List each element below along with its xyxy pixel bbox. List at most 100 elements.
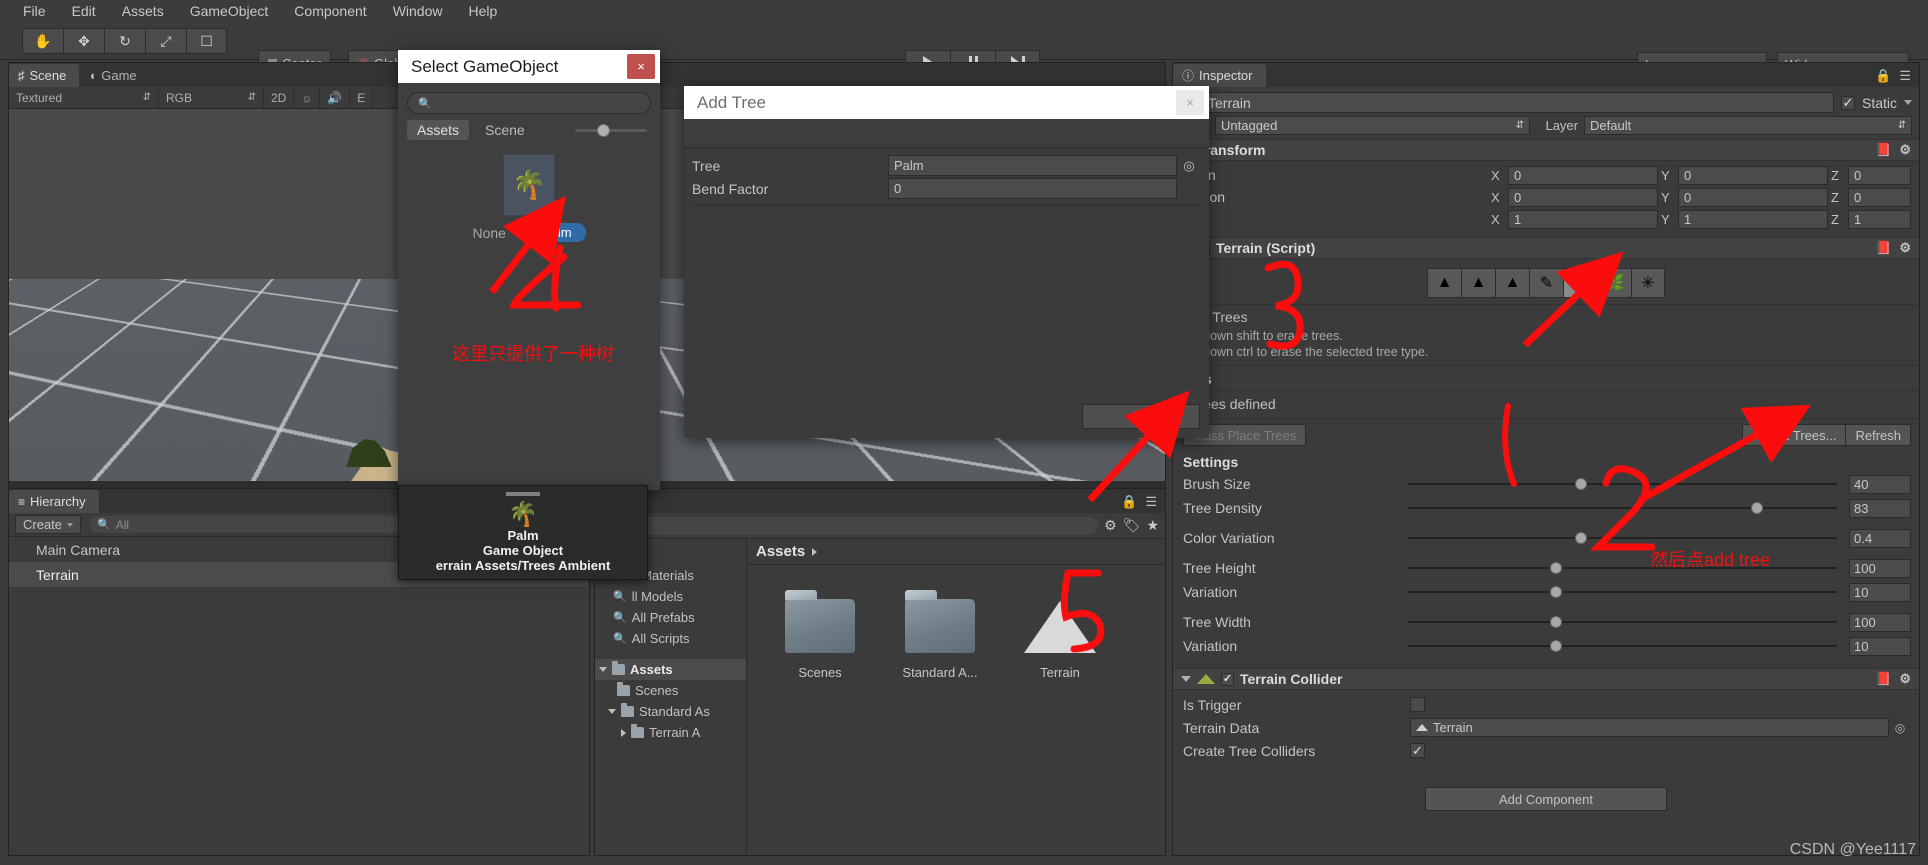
color-mode-dropdown[interactable]: RGB ⇵: [159, 87, 264, 108]
raise-lower-terrain-icon[interactable]: ▲: [1427, 268, 1461, 298]
hierarchy-create-button[interactable]: Create: [15, 515, 82, 534]
help-icon[interactable]: 📕: [1875, 142, 1891, 158]
setting-slider[interactable]: [1408, 586, 1837, 598]
tab-game[interactable]: ◖ Game: [79, 64, 150, 87]
filter-by-type-icon[interactable]: ⚙: [1104, 517, 1117, 534]
position-x-input[interactable]: 0: [1508, 165, 1658, 185]
gear-icon[interactable]: ⚙: [1899, 142, 1911, 158]
menu-item-gameobject[interactable]: GameObject: [177, 0, 282, 22]
tab-assets[interactable]: Assets: [407, 120, 470, 140]
static-checkbox[interactable]: ✓: [1840, 95, 1855, 110]
lock-icon[interactable]: 🔒: [1875, 68, 1891, 84]
hamburger-icon[interactable]: ☰: [1899, 68, 1911, 84]
none-option[interactable]: None: [472, 225, 505, 241]
setting-slider[interactable]: [1408, 562, 1837, 574]
terrain-data-object-field[interactable]: Terrain: [1410, 718, 1889, 737]
add-component-button[interactable]: Add Component: [1425, 787, 1667, 811]
scale-z-input[interactable]: 1: [1848, 209, 1911, 229]
tree-node-assets[interactable]: Assets: [595, 659, 746, 680]
menu-item-file[interactable]: File: [10, 0, 59, 22]
setting-slider[interactable]: [1408, 640, 1837, 652]
setting-value[interactable]: 40: [1849, 474, 1911, 494]
chevron-down-icon[interactable]: [1904, 100, 1912, 105]
scale-tool-icon[interactable]: ⤢: [145, 28, 186, 54]
setting-slider[interactable]: [1408, 502, 1837, 514]
move-tool-icon[interactable]: ✥: [63, 28, 104, 54]
tree-node-standard-assets[interactable]: Standard As: [595, 701, 746, 722]
thumbnail-size-slider[interactable]: [575, 123, 647, 137]
asset-item-terrain[interactable]: Terrain: [1015, 593, 1105, 680]
object-name-field[interactable]: Terrain: [1202, 92, 1834, 113]
lighting-toggle[interactable]: ☼: [294, 87, 321, 108]
palm-thumbnail[interactable]: 🌴: [503, 154, 555, 216]
tab-inspector[interactable]: ⓘ Inspector: [1173, 64, 1266, 87]
setting-slider[interactable]: [1408, 616, 1837, 628]
help-icon[interactable]: 📕: [1875, 240, 1891, 256]
filter-by-label-icon[interactable]: 🏷: [1123, 517, 1141, 534]
object-picker-icon[interactable]: ◎: [1889, 721, 1911, 735]
rotation-x-input[interactable]: 0: [1508, 187, 1658, 207]
is-trigger-checkbox[interactable]: [1410, 697, 1425, 712]
tree-node-scenes[interactable]: Scenes: [595, 680, 746, 701]
smooth-height-icon[interactable]: ▲: [1495, 268, 1529, 298]
tag-dropdown[interactable]: Untagged ⇵: [1215, 116, 1530, 135]
project-search-input[interactable]: 🔍: [627, 516, 1099, 535]
hamburger-icon[interactable]: ☰: [1145, 494, 1157, 510]
menu-item-window[interactable]: Window: [380, 0, 456, 22]
setting-value[interactable]: 83: [1849, 498, 1911, 518]
bend-factor-input[interactable]: 0: [888, 178, 1177, 199]
palm-asset-chip[interactable]: Palm: [527, 223, 586, 242]
setting-value[interactable]: 10: [1849, 636, 1911, 656]
favorite-item[interactable]: 🔍 All Scripts: [595, 628, 746, 649]
setting-slider[interactable]: [1408, 532, 1837, 544]
select-gameobject-search-input[interactable]: 🔍: [407, 92, 651, 114]
close-icon[interactable]: ×: [627, 54, 655, 79]
object-picker-icon[interactable]: ◎: [1177, 158, 1201, 174]
paint-details-icon[interactable]: 🌿: [1597, 268, 1631, 298]
terrain-collider-enabled-checkbox[interactable]: ✓: [1221, 672, 1234, 686]
menu-item-component[interactable]: Component: [281, 0, 379, 22]
rotation-z-input[interactable]: 0: [1848, 187, 1911, 207]
setting-slider[interactable]: [1408, 478, 1837, 490]
tree-node-terrain-assets[interactable]: Terrain A: [595, 722, 746, 743]
tab-scene[interactable]: ♯ Scene: [9, 64, 80, 87]
terrain-component-header[interactable]: ✓ Terrain (Script) 📕 ⚙: [1173, 237, 1919, 259]
menu-item-edit[interactable]: Edit: [59, 0, 109, 22]
toggle-2d-button[interactable]: 2D: [264, 87, 295, 108]
draw-mode-dropdown[interactable]: Textured ⇵: [9, 87, 159, 108]
add-button[interactable]: Add: [1082, 404, 1200, 429]
terrain-settings-icon[interactable]: ✳: [1631, 268, 1665, 298]
tab-hierarchy[interactable]: ≡ Hierarchy: [9, 490, 99, 513]
menu-item-assets[interactable]: Assets: [109, 0, 177, 22]
tab-scene[interactable]: Scene: [475, 120, 535, 140]
favorite-item[interactable]: 🔍 All Prefabs: [595, 607, 746, 628]
close-icon[interactable]: ×: [1176, 90, 1204, 115]
favorite-star-icon[interactable]: ★: [1146, 517, 1159, 534]
resize-handle-icon[interactable]: [506, 492, 540, 496]
create-tree-colliders-checkbox[interactable]: ✓: [1410, 743, 1425, 758]
rect-tool-icon[interactable]: ☐: [186, 28, 227, 54]
terrain-collider-header[interactable]: ✓ Terrain Collider 📕 ⚙: [1173, 668, 1919, 690]
asset-item-standard-assets[interactable]: Standard A...: [895, 590, 985, 680]
lock-icon[interactable]: 🔒: [1121, 494, 1137, 510]
menu-item-help[interactable]: Help: [455, 0, 510, 22]
scale-y-input[interactable]: 1: [1678, 209, 1828, 229]
place-trees-icon[interactable]: 🌳: [1563, 268, 1597, 298]
layer-dropdown[interactable]: Default ⇵: [1584, 116, 1912, 135]
paint-height-icon[interactable]: ▲: [1461, 268, 1495, 298]
position-y-input[interactable]: 0: [1678, 165, 1828, 185]
favorite-item[interactable]: 🔍 ll Models: [595, 586, 746, 607]
edit-trees-button[interactable]: ⚙ Edit Trees...: [1742, 424, 1847, 446]
tree-object-field[interactable]: Palm: [888, 155, 1177, 176]
refresh-button[interactable]: Refresh: [1846, 424, 1911, 446]
effects-dropdown[interactable]: E: [350, 87, 374, 108]
setting-value[interactable]: 100: [1849, 612, 1911, 632]
rotation-y-input[interactable]: 0: [1678, 187, 1828, 207]
position-z-input[interactable]: 0: [1848, 165, 1911, 185]
hand-tool-icon[interactable]: ✋: [22, 28, 63, 54]
setting-value[interactable]: 100: [1849, 558, 1911, 578]
asset-item-scenes[interactable]: Scenes: [775, 590, 865, 680]
help-icon[interactable]: 📕: [1875, 671, 1891, 687]
breadcrumb-assets[interactable]: Assets: [756, 543, 805, 560]
setting-value[interactable]: 0.4: [1849, 528, 1911, 548]
